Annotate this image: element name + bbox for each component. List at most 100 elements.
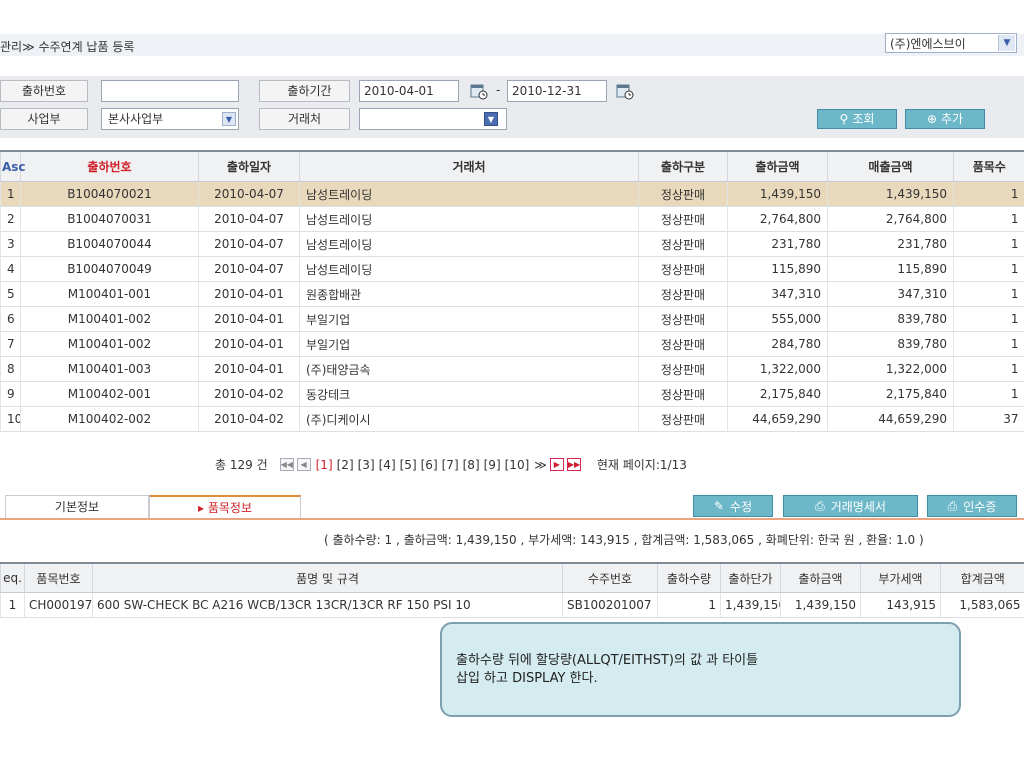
search-panel: 출하번호 출하기간 2010-04-01 - 2010-12-31 사업부 본사… — [0, 76, 1024, 138]
pagination: 총 129 건 ◀◀ ◀ [1] [2] [3] [4] [5] [6] [7] [8] [9]… — [215, 456, 687, 473]
top-bar — [0, 34, 1024, 56]
chevron-down-icon[interactable]: ▼ — [998, 35, 1015, 51]
table-row[interactable]: 6 M100401-002 2010-04-01 부일기업 정상판매 555,000 839… — [0, 306, 1024, 332]
page-link[interactable]: [7] — [440, 458, 461, 472]
column-header-item-count[interactable]: 품목수 — [953, 150, 1024, 182]
table-cell: 347,310 — [727, 281, 828, 307]
table-cell: M100401-002 — [20, 331, 199, 357]
detail-column-header[interactable]: 출하수량 — [657, 562, 721, 593]
receipt-button[interactable]: ⎙ 인수증 — [927, 495, 1017, 517]
table-cell: 2,175,840 — [727, 381, 828, 407]
table-cell: 2010-04-07 — [198, 181, 300, 207]
table-row[interactable]: 10M100402-0022010-04-02(주)디케이시정상판매44,659… — [0, 406, 1024, 432]
table-cell: 정상판매 — [638, 281, 728, 307]
table-row[interactable]: 3 B1004070044 2010-04-07 남성트레이딩 정상판매 231,780 2… — [0, 231, 1024, 257]
date-from-input[interactable]: 2010-04-01 — [359, 80, 459, 102]
page-link[interactable]: [9] — [482, 458, 503, 472]
page-link[interactable]: [2] — [335, 458, 356, 472]
date-to-input[interactable]: 2010-12-31 — [507, 80, 607, 102]
table-cell: M100401-003 — [20, 356, 199, 382]
detail-row[interactable]: 1 CH000197 600 SW-CHECK BC A216 WCB/13CR 1… — [0, 592, 1024, 618]
page-link[interactable]: [3] — [356, 458, 377, 472]
statement-button[interactable]: ⎙ 거래명세서 — [783, 495, 918, 517]
table-cell: 4 — [0, 256, 21, 282]
column-header-client[interactable]: 거래처 — [299, 150, 639, 182]
calendar-icon[interactable] — [612, 80, 638, 102]
table-cell: 원종합배관 — [299, 281, 639, 307]
table-cell: 동강테크 — [299, 381, 639, 407]
table-row[interactable]: 7 M100401-002 2010-04-01 부일기업 정상판매 284,780 839… — [0, 331, 1024, 357]
table-cell: 839,780 — [827, 331, 954, 357]
add-button[interactable]: ⊕ 추가 — [905, 109, 985, 129]
detail-column-header[interactable]: 수주번호 — [562, 562, 658, 593]
detail-column-header[interactable]: 출하단가 — [720, 562, 781, 593]
table-cell: 1,439,150 — [827, 181, 954, 207]
table-row[interactable]: 8 M100401-003 2010-04-01 (주)태양금속 정상판매 1,322,0… — [0, 356, 1024, 382]
ship-no-label: 출하번호 — [0, 80, 88, 102]
page-link[interactable]: [4] — [377, 458, 398, 472]
detail-column-header[interactable]: eq. — [0, 562, 25, 593]
page-link[interactable]: [6] — [419, 458, 440, 472]
date-separator: - — [496, 83, 501, 97]
table-cell: 1 — [953, 281, 1024, 307]
division-select[interactable]: 본사사업부 — [101, 108, 239, 130]
table-cell: 555,000 — [727, 306, 828, 332]
table-cell: 2,175,840 — [827, 381, 954, 407]
company-select[interactable]: (주)엔에스브이 ▼ — [885, 33, 1017, 53]
column-header-sales-amount[interactable]: 매출금액 — [827, 150, 954, 182]
table-row[interactable]: 5 M100401-001 2010-04-01 원종합배관 정상판매 347,310 34… — [0, 281, 1024, 307]
table-cell: (주)태양금속 — [299, 356, 639, 382]
page-link[interactable]: [8] — [461, 458, 482, 472]
tab-item-info[interactable]: ▸ 품목정보 — [149, 495, 301, 518]
more-pages[interactable]: ≫ — [534, 458, 547, 472]
table-cell: 2010-04-01 — [198, 281, 300, 307]
table-row[interactable]: 9 M100402-001 2010-04-02 동강테크 정상판매 2,175,840 2… — [0, 381, 1024, 407]
table-cell: B1004070021 — [20, 181, 199, 207]
table-cell: 839,780 — [827, 306, 954, 332]
column-header-asc[interactable]: Asc — [0, 150, 26, 182]
detail-column-header[interactable]: 품명 및 규격 — [92, 562, 563, 593]
detail-column-header[interactable]: 품목번호 — [24, 562, 93, 593]
next-page-button[interactable]: ▶ — [549, 458, 564, 471]
table-cell: 44,659,290 — [827, 406, 954, 432]
table-row[interactable]: 4 B1004070049 2010-04-07 남성트레이딩 정상판매 115,890 1… — [0, 256, 1024, 282]
table-cell: B1004070044 — [20, 231, 199, 257]
search-button[interactable]: ⚲ 조회 — [817, 109, 897, 129]
table-cell: 2,764,800 — [727, 206, 828, 232]
table-cell: 1 — [953, 256, 1024, 282]
chevron-down-icon[interactable]: ▼ — [222, 112, 236, 126]
page-link[interactable]: [10] — [503, 458, 532, 472]
table-cell: (주)디케이시 — [299, 406, 639, 432]
page-link[interactable]: [1] — [314, 458, 335, 472]
prev-page-button[interactable]: ◀ — [296, 458, 311, 471]
table-cell: 1 — [953, 381, 1024, 407]
table-cell: 8 — [0, 356, 21, 382]
tab-basic-info[interactable]: 기본정보 — [5, 495, 149, 518]
edit-button[interactable]: ✎ 수정 — [693, 495, 773, 517]
column-header-ship-type[interactable]: 출하구분 — [638, 150, 728, 182]
page-link[interactable]: [5] — [398, 458, 419, 472]
search-icon: ⚲ — [839, 112, 849, 126]
table-row[interactable]: 1 B1004070021 2010-04-07 남성트레이딩 정상판매 1,439,15… — [0, 181, 1024, 207]
table-cell: 부일기업 — [299, 306, 639, 332]
table-cell: 231,780 — [827, 231, 954, 257]
ship-no-input[interactable] — [101, 80, 239, 102]
detail-column-header[interactable]: 부가세액 — [860, 562, 941, 593]
table-cell: 231,780 — [727, 231, 828, 257]
detail-column-header[interactable]: 합계금액 — [940, 562, 1024, 593]
table-cell: 2010-04-01 — [198, 356, 300, 382]
last-page-button[interactable]: ▶▶ — [566, 458, 581, 471]
table-cell: 1 — [953, 331, 1024, 357]
column-header-ship-date[interactable]: 출하일자 — [198, 150, 300, 182]
table-row[interactable]: 2 B1004070031 2010-04-07 남성트레이딩 정상판매 2,764,80… — [0, 206, 1024, 232]
chevron-down-icon[interactable]: ▼ — [484, 112, 498, 126]
calendar-icon[interactable] — [466, 80, 492, 102]
table-cell: 정상판매 — [638, 331, 728, 357]
table-cell: M100401-002 — [20, 306, 199, 332]
table-cell: 1 — [953, 231, 1024, 257]
detail-column-header[interactable]: 출하금액 — [780, 562, 861, 593]
column-header-ship-amount[interactable]: 출하금액 — [727, 150, 828, 182]
table-cell: 1 — [0, 181, 21, 207]
column-header-ship-no[interactable]: 출하번호 — [20, 150, 199, 182]
first-page-button[interactable]: ◀◀ — [279, 458, 294, 471]
